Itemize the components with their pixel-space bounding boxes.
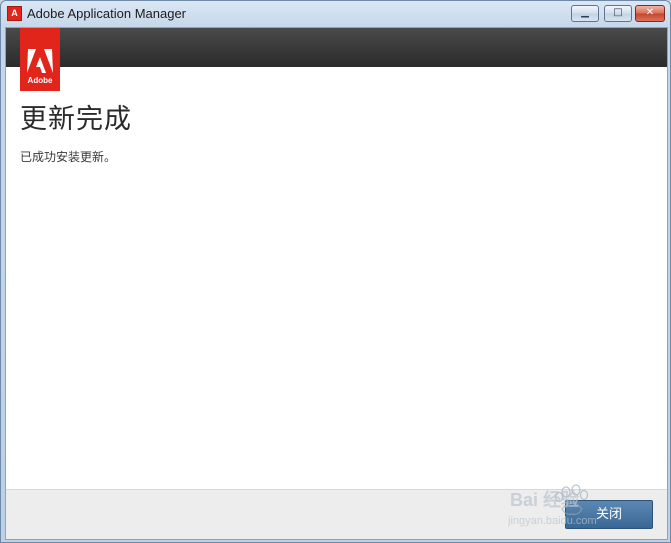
window-close-button[interactable]: ✕ [635,5,665,22]
app-window: A Adobe Application Manager ▁ □ ✕ Adobe … [0,0,671,543]
title-bar[interactable]: A Adobe Application Manager ▁ □ ✕ [1,1,670,27]
adobe-logo-text: Adobe [27,76,53,85]
page-title: 更新完成 [20,104,132,135]
dialog-content: Adobe 更新完成 已成功安装更新。 关闭 [5,27,668,540]
footer-bar: 关闭 [6,489,667,539]
adobe-app-icon: A [7,6,22,21]
maximize-button[interactable]: □ [604,5,632,22]
header-band [6,28,667,67]
status-message: 已成功安装更新。 [20,150,117,164]
close-button[interactable]: 关闭 [565,500,653,529]
minimize-button[interactable]: ▁ [571,5,599,22]
adobe-logo: Adobe [20,28,60,91]
adobe-a-icon [27,49,53,73]
window-title: Adobe Application Manager [27,6,187,21]
